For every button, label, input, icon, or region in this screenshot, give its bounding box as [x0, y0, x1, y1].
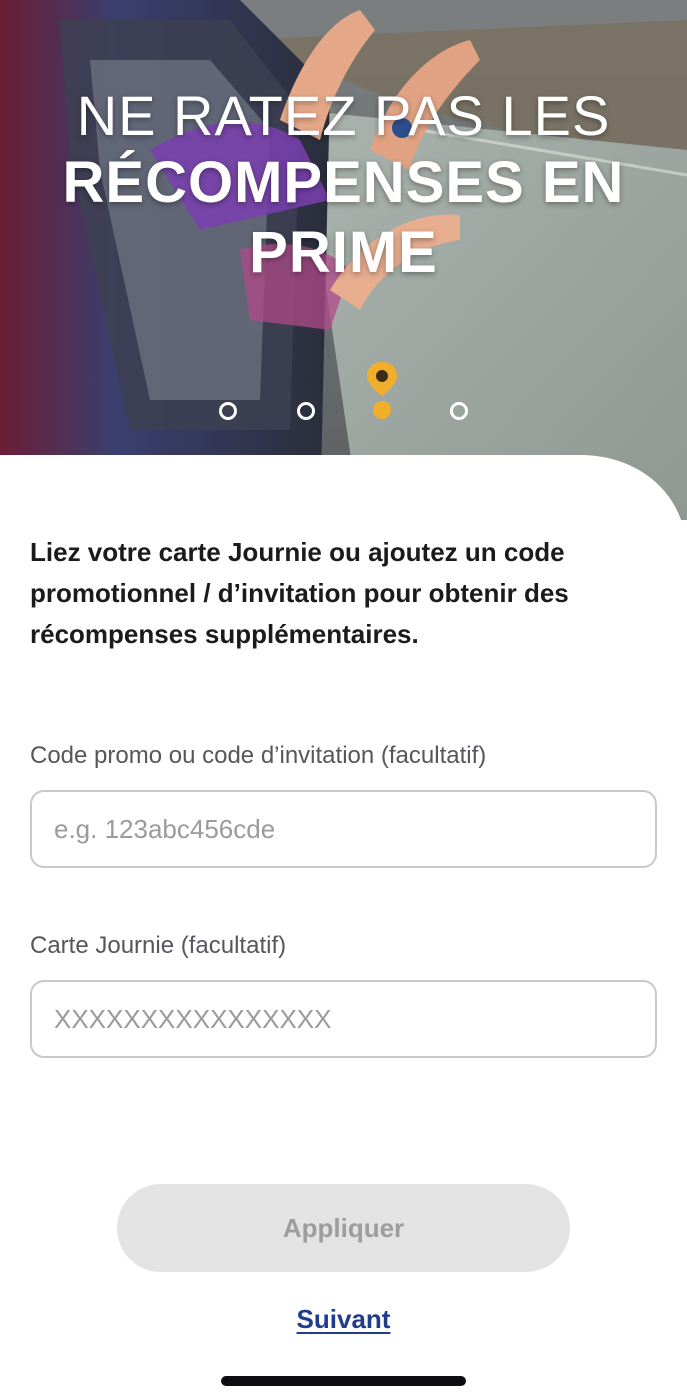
promo-code-label: Code promo ou code d’invitation (faculta…: [30, 742, 487, 769]
apply-button[interactable]: Appliquer: [117, 1184, 570, 1272]
journie-card-label: Carte Journie (facultatif): [30, 932, 287, 959]
hero-title: NE RATEZ PAS LES RÉCOMPENSES EN PRIME: [0, 84, 687, 288]
hero-title-line-1: NE RATEZ PAS LES: [76, 84, 611, 147]
promo-code-input[interactable]: [30, 790, 657, 868]
journie-card-input[interactable]: [30, 980, 657, 1058]
pager-dot-4[interactable]: [450, 402, 468, 420]
hero-title-line-2: RÉCOMPENSES EN: [62, 150, 625, 215]
pager-dot-2[interactable]: [297, 402, 315, 420]
location-pin-icon[interactable]: [362, 360, 402, 424]
hero-banner: NE RATEZ PAS LES RÉCOMPENSES EN PRIME: [0, 0, 687, 520]
intro-text: Liez votre carte Journie ou ajoutez un c…: [30, 537, 569, 649]
promo-code-screen: NE RATEZ PAS LES RÉCOMPENSES EN PRIME Li…: [0, 0, 687, 1400]
hero-title-line-3: PRIME: [249, 220, 438, 285]
pager-dot-1[interactable]: [219, 402, 237, 420]
home-indicator: [221, 1376, 466, 1386]
next-link[interactable]: Suivant: [0, 1304, 687, 1335]
carousel-pager: [0, 360, 687, 430]
intro-section: Liez votre carte Journie ou ajoutez un c…: [30, 532, 658, 655]
